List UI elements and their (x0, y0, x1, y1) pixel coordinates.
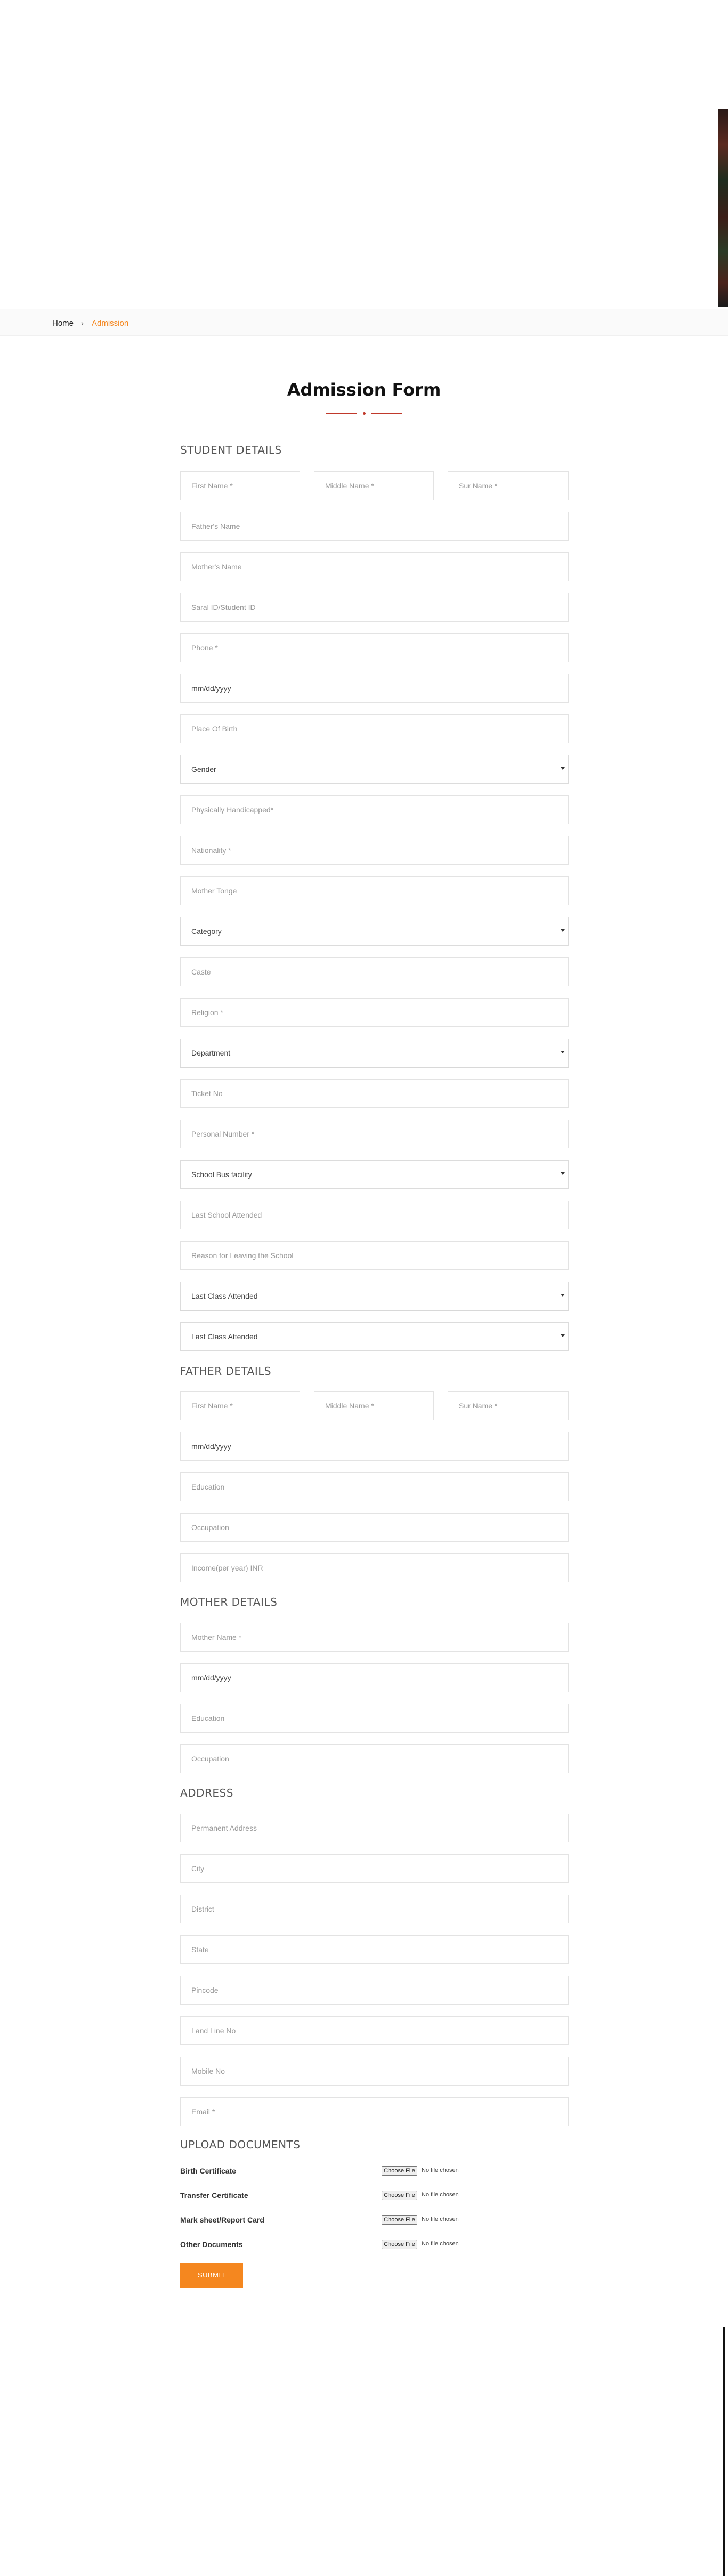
caret-down-icon (561, 929, 565, 932)
transfer-certificate-label: Transfer Certificate (180, 2191, 248, 2200)
nationality-input[interactable]: Nationality * (180, 836, 569, 865)
last-school-input[interactable]: Last School Attended (180, 1201, 569, 1229)
section-heading-address: ADDRESS (180, 1786, 233, 1799)
mother-name-input[interactable]: Mother Name * (180, 1623, 569, 1652)
section-heading-father: FATHER DETAILS (180, 1365, 272, 1378)
student-first-name-input[interactable]: First Name * (180, 471, 300, 500)
father-education-input[interactable]: Education (180, 1472, 569, 1501)
title-divider (326, 412, 402, 415)
email-input[interactable]: Email * (180, 2097, 569, 2126)
father-first-name-input[interactable]: First Name * (180, 1391, 300, 1420)
mark-sheet-file-status: No file chosen (422, 2216, 459, 2223)
caret-down-icon (561, 1294, 565, 1297)
permanent-address-input[interactable]: Permanent Address (180, 1814, 569, 1842)
page-edge-decoration (723, 2327, 725, 2576)
mother-occupation-input[interactable]: Occupation (180, 1744, 569, 1773)
page-title: Admission Form (287, 380, 441, 400)
father-middle-name-input[interactable]: Middle Name * (314, 1391, 434, 1420)
other-documents-label: Other Documents (180, 2240, 243, 2249)
mother-dob-input[interactable]: mm/dd/yyyy (180, 1663, 569, 1692)
fathers-name-input[interactable]: Father's Name (180, 512, 569, 541)
birth-certificate-label: Birth Certificate (180, 2167, 237, 2175)
mother-education-input[interactable]: Education (180, 1704, 569, 1733)
reason-leaving-input[interactable]: Reason for Leaving the School (180, 1241, 569, 1270)
father-income-input[interactable]: Income(per year) INR (180, 1553, 569, 1582)
caret-down-icon (561, 767, 565, 770)
gender-select[interactable]: Gender (180, 755, 569, 784)
mark-sheet-file-button[interactable]: Choose File (382, 2215, 417, 2225)
hero-image-edge (718, 109, 728, 307)
place-of-birth-input[interactable]: Place Of Birth (180, 714, 569, 743)
transfer-certificate-file-button[interactable]: Choose File (382, 2191, 417, 2200)
birth-certificate-file-button[interactable]: Choose File (382, 2166, 417, 2176)
caret-down-icon (561, 1334, 565, 1337)
ticket-no-input[interactable]: Ticket No (180, 1079, 569, 1108)
department-select[interactable]: Department (180, 1039, 569, 1067)
chevron-right-icon: › (81, 319, 84, 328)
last-class-select[interactable]: Last Class Attended (180, 1282, 569, 1310)
caret-down-icon (561, 1051, 565, 1053)
breadcrumb-current: Admission (92, 319, 129, 328)
student-middle-name-input[interactable]: Middle Name * (314, 471, 434, 500)
transfer-certificate-file-status: No file chosen (422, 2192, 459, 2198)
father-sur-name-input[interactable]: Sur Name * (448, 1391, 569, 1420)
father-occupation-input[interactable]: Occupation (180, 1513, 569, 1542)
other-documents-file-button[interactable]: Choose File (382, 2240, 417, 2249)
school-bus-select-value: School Bus facility (191, 1170, 252, 1179)
birth-certificate-file-status: No file chosen (422, 2167, 459, 2174)
section-heading-uploads: UPLOAD DOCUMENTS (180, 2138, 301, 2151)
mobile-input[interactable]: Mobile No (180, 2057, 569, 2086)
land-line-input[interactable]: Land Line No (180, 2016, 569, 2045)
caret-down-icon (561, 1172, 565, 1175)
hero-banner (0, 0, 728, 309)
mothers-name-input[interactable]: Mother's Name (180, 552, 569, 581)
student-dob-input[interactable]: mm/dd/yyyy (180, 674, 569, 703)
saral-id-input[interactable]: Saral ID/Student ID (180, 593, 569, 622)
phone-input[interactable]: Phone * (180, 633, 569, 662)
breadcrumb-home-link[interactable]: Home (52, 319, 74, 328)
gender-select-value: Gender (191, 765, 216, 774)
mother-tongue-input[interactable]: Mother Tonge (180, 876, 569, 905)
pincode-input[interactable]: Pincode (180, 1976, 569, 2005)
father-dob-input[interactable]: mm/dd/yyyy (180, 1432, 569, 1461)
personal-number-input[interactable]: Personal Number * (180, 1120, 569, 1148)
section-heading-mother: MOTHER DETAILS (180, 1596, 278, 1608)
submit-button[interactable]: SUBMIT (180, 2263, 243, 2288)
category-select[interactable]: Category (180, 917, 569, 946)
caste-input[interactable]: Caste (180, 957, 569, 986)
divider-line-right (371, 413, 402, 414)
student-sur-name-input[interactable]: Sur Name * (448, 471, 569, 500)
state-input[interactable]: State (180, 1935, 569, 1964)
other-documents-file-status: No file chosen (422, 2241, 459, 2247)
last-class-select-value: Last Class Attended (191, 1292, 258, 1300)
city-input[interactable]: City (180, 1854, 569, 1883)
district-input[interactable]: District (180, 1895, 569, 1923)
department-select-value: Department (191, 1049, 231, 1057)
religion-input[interactable]: Religion * (180, 998, 569, 1027)
breadcrumb: Home › Admission (0, 309, 728, 336)
last-class-select-2[interactable]: Last Class Attended (180, 1322, 569, 1351)
last-class-select-2-value: Last Class Attended (191, 1332, 258, 1341)
divider-line-left (326, 413, 357, 414)
school-bus-select[interactable]: School Bus facility (180, 1160, 569, 1189)
section-heading-student: STUDENT DETAILS (180, 444, 282, 456)
physically-handicapped-input[interactable]: Physically Handicapped* (180, 795, 569, 824)
category-select-value: Category (191, 927, 222, 936)
mark-sheet-label: Mark sheet/Report Card (180, 2216, 264, 2224)
divider-dot (363, 412, 366, 415)
